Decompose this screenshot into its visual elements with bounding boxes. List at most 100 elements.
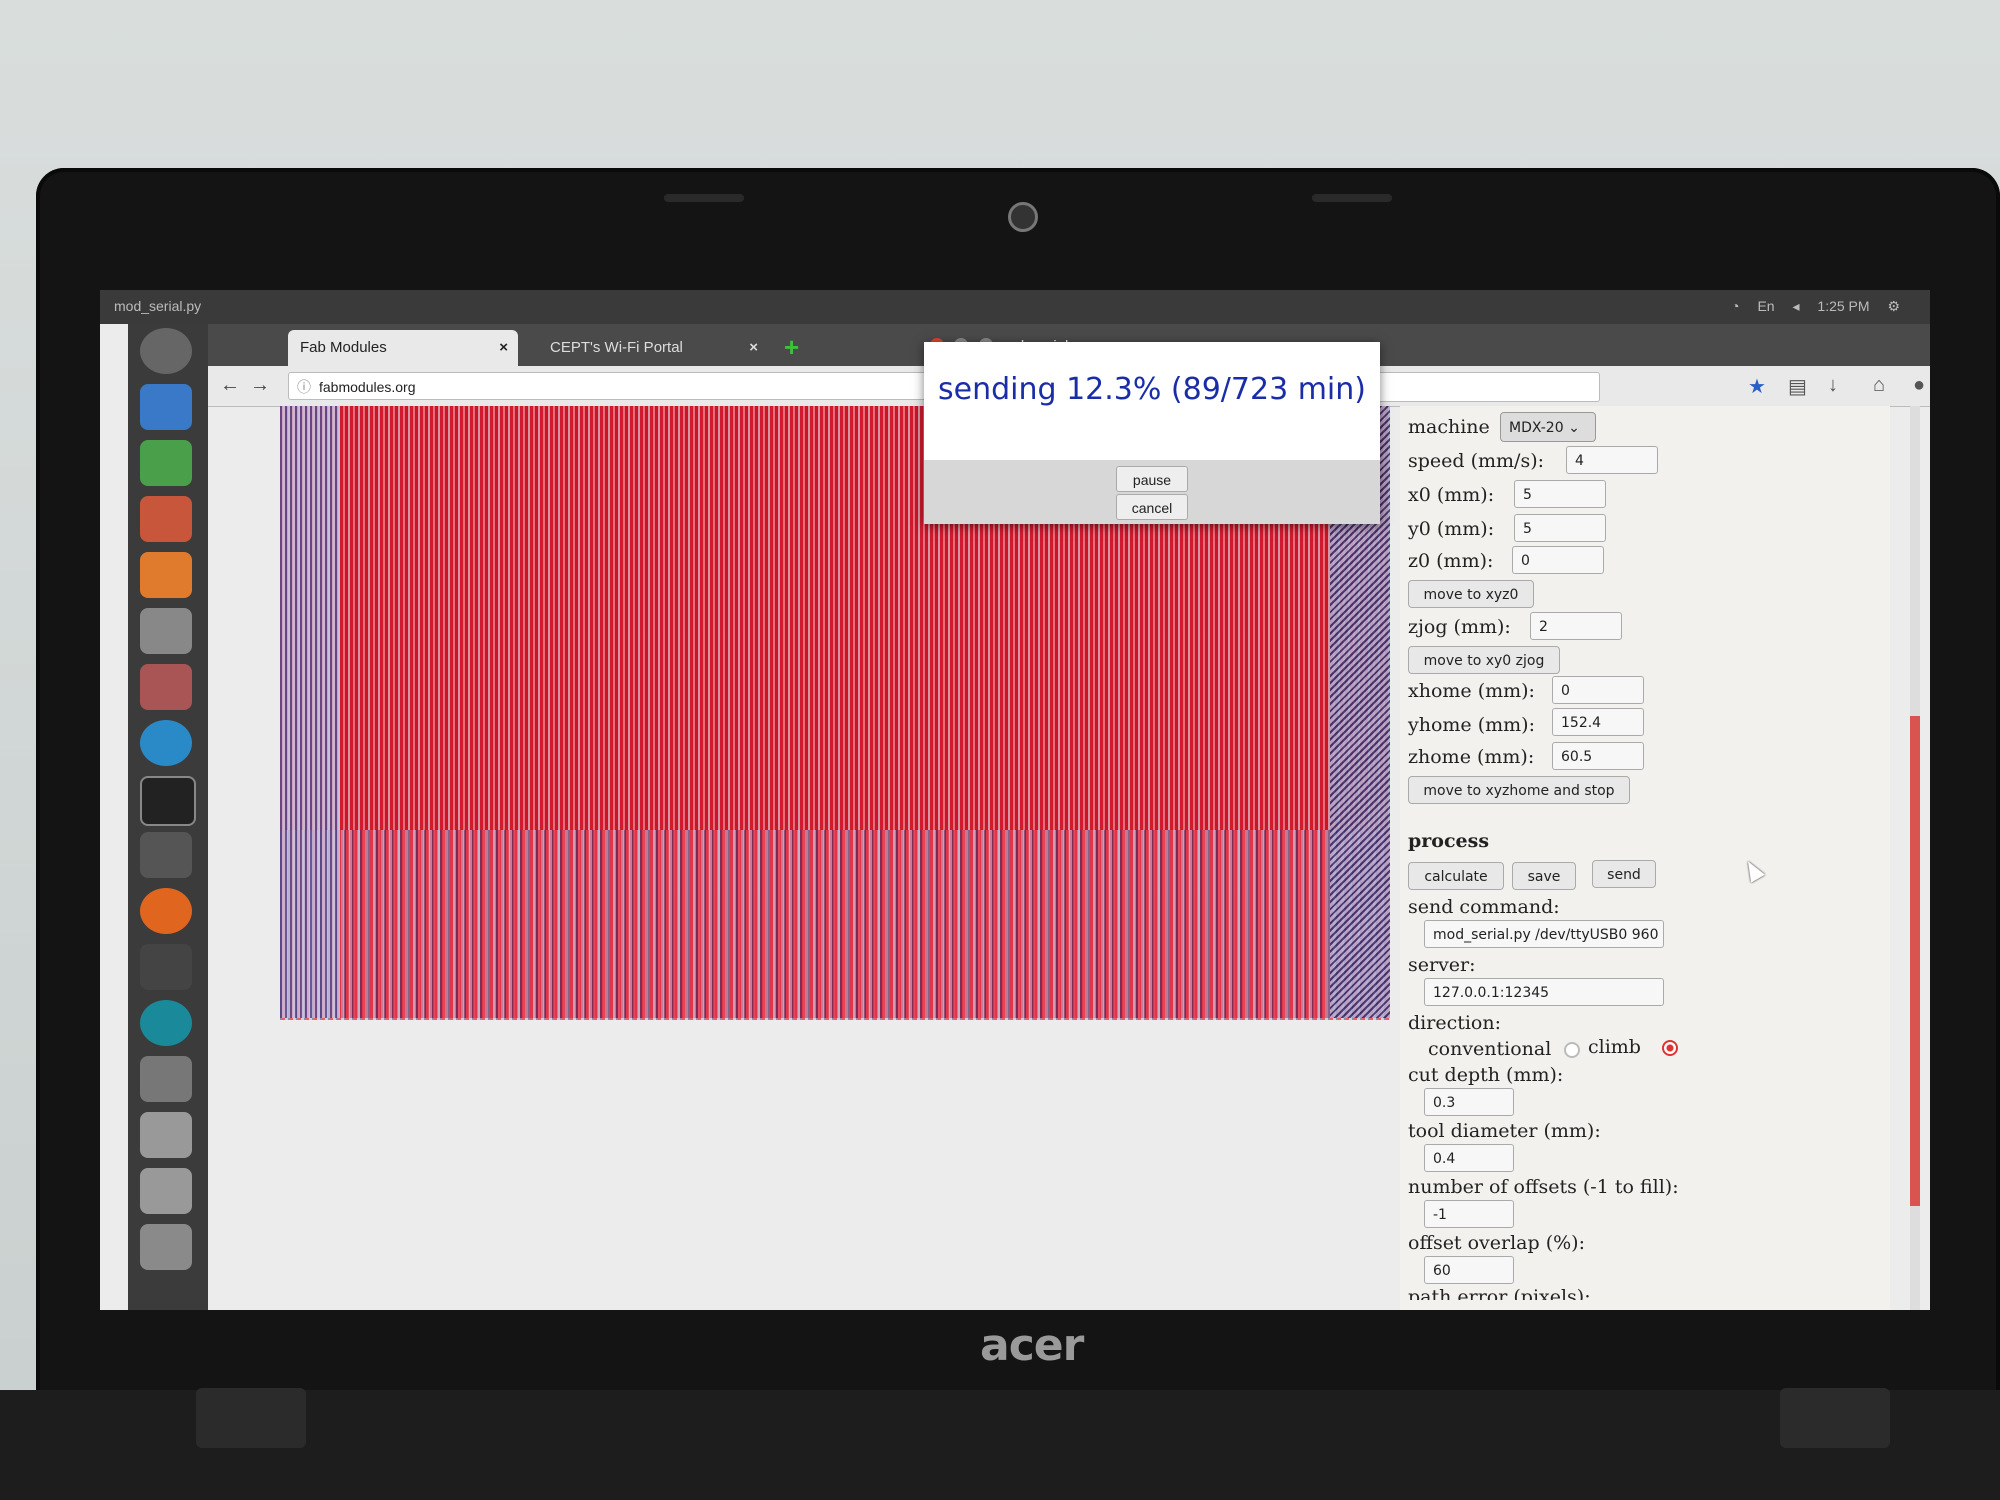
tool-diameter-input[interactable]: 0.4 (1424, 1144, 1514, 1172)
server-label: server: (1408, 954, 1476, 976)
impress-icon[interactable] (140, 496, 192, 542)
settings-icon[interactable] (140, 664, 192, 710)
offsets-label: number of offsets (-1 to fill): (1408, 1176, 1679, 1198)
clipboard-icon[interactable]: ▤ (1788, 374, 1807, 399)
calculate-button[interactable]: calculate (1408, 862, 1504, 890)
search-bar[interactable] (1348, 372, 1600, 402)
climb-radio[interactable] (1662, 1040, 1678, 1056)
os-window-title: mod_serial.py (114, 298, 202, 314)
x0-label: x0 (mm): (1408, 484, 1495, 506)
trash-icon[interactable] (140, 1224, 192, 1270)
path-error-label: path error (pixels): (1408, 1286, 1591, 1300)
gear-icon[interactable]: ⚙ (1887, 298, 1900, 314)
tab-wifi-portal[interactable]: CEPT's Wi-Fi Portal × (538, 330, 768, 366)
speed-label: speed (mm/s): (1408, 450, 1545, 472)
toolpath-canvas-left (280, 406, 340, 1018)
bookmark-star-icon[interactable]: ★ (1748, 374, 1766, 399)
close-icon[interactable]: × (749, 330, 758, 366)
send-command-label: send command: (1408, 896, 1560, 918)
clock[interactable]: 1:25 PM (1817, 298, 1869, 314)
machine-label: machine (1408, 416, 1490, 438)
sending-dialog: sending 12.3% (89/723 min) pause cancel (924, 342, 1380, 524)
chat-icon[interactable]: ● (1913, 374, 1925, 397)
new-tab-button[interactable]: + (784, 332, 799, 363)
cut-depth-label: cut depth (mm): (1408, 1064, 1564, 1086)
terminal-icon[interactable] (140, 776, 196, 826)
zjog-label: zjog (mm): (1408, 616, 1511, 638)
move-to-xyz0-button[interactable]: move to xyz0 (1408, 580, 1534, 608)
y0-input[interactable]: 5 (1514, 514, 1606, 542)
z0-input[interactable]: 0 (1512, 546, 1604, 574)
sending-progress-text: sending 12.3% (89/723 min) (938, 372, 1366, 407)
settings-panel: machine MDX-20 ⌄ speed (mm/s): 4 x0 (mm)… (1400, 406, 1890, 1310)
info-icon[interactable]: ⓘ (297, 373, 311, 401)
panel-scrollbar[interactable] (1910, 406, 1920, 1310)
keyboard-lang-indicator[interactable]: En (1757, 298, 1774, 314)
calc-icon[interactable] (140, 440, 192, 486)
toolpath-canvas-bottom (280, 830, 1390, 1020)
cut-depth-input[interactable]: 0.3 (1424, 1088, 1514, 1116)
download-icon[interactable]: ↓ (1828, 374, 1838, 397)
machine-select[interactable]: MDX-20 ⌄ (1500, 412, 1596, 442)
software-center-icon[interactable] (140, 552, 192, 598)
cancel-button[interactable]: cancel (1116, 494, 1188, 520)
tool-diameter-label: tool diameter (mm): (1408, 1120, 1601, 1142)
inkscape-icon[interactable] (140, 944, 192, 990)
brand-logo: acer (980, 1320, 1084, 1371)
send-command-input[interactable]: mod_serial.py /dev/ttyUSB0 960 (1424, 920, 1664, 948)
forward-icon[interactable]: → (250, 374, 270, 397)
conventional-label: conventional (1428, 1038, 1552, 1060)
xhome-label: xhome (mm): (1408, 680, 1535, 702)
overlap-input[interactable]: 60 (1424, 1256, 1514, 1284)
offsets-input[interactable]: -1 (1424, 1200, 1514, 1228)
y0-label: y0 (mm): (1408, 518, 1495, 540)
drive-icon[interactable] (140, 1112, 192, 1158)
x0-input[interactable]: 5 (1514, 480, 1606, 508)
os-top-bar: mod_serial.py ◔ En ◂ 1:25 PM ⚙ (100, 290, 1930, 324)
arduino-icon[interactable] (140, 1000, 192, 1046)
zhome-input[interactable]: 60.5 (1552, 742, 1644, 770)
pause-button[interactable]: pause (1116, 466, 1188, 492)
hinge (196, 1388, 306, 1448)
home-icon[interactable]: ⌂ (1873, 374, 1885, 397)
direction-label: direction: (1408, 1012, 1501, 1034)
zjog-input[interactable]: 2 (1530, 612, 1622, 640)
send-button[interactable]: send (1592, 860, 1656, 888)
system-tray: ◔ En ◂ 1:25 PM ⚙ (1717, 298, 1900, 315)
save-button[interactable]: save (1512, 862, 1576, 890)
tab-label: CEPT's Wi-Fi Portal (550, 339, 683, 356)
webcam (1008, 202, 1038, 232)
back-icon[interactable]: ← (220, 374, 240, 397)
help-icon[interactable] (140, 720, 192, 766)
move-to-xy0-zjog-button[interactable]: move to xy0 zjog (1408, 646, 1560, 674)
wifi-icon[interactable]: ◔ (1731, 298, 1739, 314)
z0-label: z0 (mm): (1408, 550, 1494, 572)
speed-input[interactable]: 4 (1566, 446, 1658, 474)
dash-icon[interactable] (140, 328, 192, 374)
xhome-input[interactable]: 0 (1552, 676, 1644, 704)
drive-icon[interactable] (140, 1168, 192, 1214)
server-input[interactable]: 127.0.0.1:12345 (1424, 978, 1664, 1006)
scrollbar-thumb[interactable] (1910, 716, 1920, 1206)
tab-label: Fab Modules (300, 339, 387, 356)
chevron-down-icon: ⌄ (1568, 420, 1580, 436)
process-heading: process (1408, 830, 1490, 852)
zhome-label: zhome (mm): (1408, 746, 1535, 768)
conventional-radio[interactable] (1564, 1042, 1580, 1058)
writer-icon[interactable] (140, 384, 192, 430)
close-icon[interactable]: × (499, 330, 508, 366)
url-bar[interactable]: ⓘ fabmodules.org (288, 372, 1028, 400)
launcher (128, 324, 208, 1310)
move-to-home-button[interactable]: move to xyzhome and stop (1408, 776, 1630, 804)
volume-icon[interactable]: ◂ (1792, 298, 1799, 314)
files-icon[interactable] (140, 608, 192, 654)
overlap-label: offset overlap (%): (1408, 1232, 1585, 1254)
url-text: fabmodules.org (319, 379, 416, 395)
tab-fab-modules[interactable]: Fab Modules × (288, 330, 518, 366)
bezel-bump (1312, 194, 1392, 202)
tool-icon[interactable] (140, 832, 192, 878)
firefox-icon[interactable] (140, 888, 192, 934)
yhome-input[interactable]: 152.4 (1552, 708, 1644, 736)
machine-select-value: MDX-20 (1509, 420, 1564, 436)
unknown-app-icon[interactable] (140, 1056, 192, 1102)
